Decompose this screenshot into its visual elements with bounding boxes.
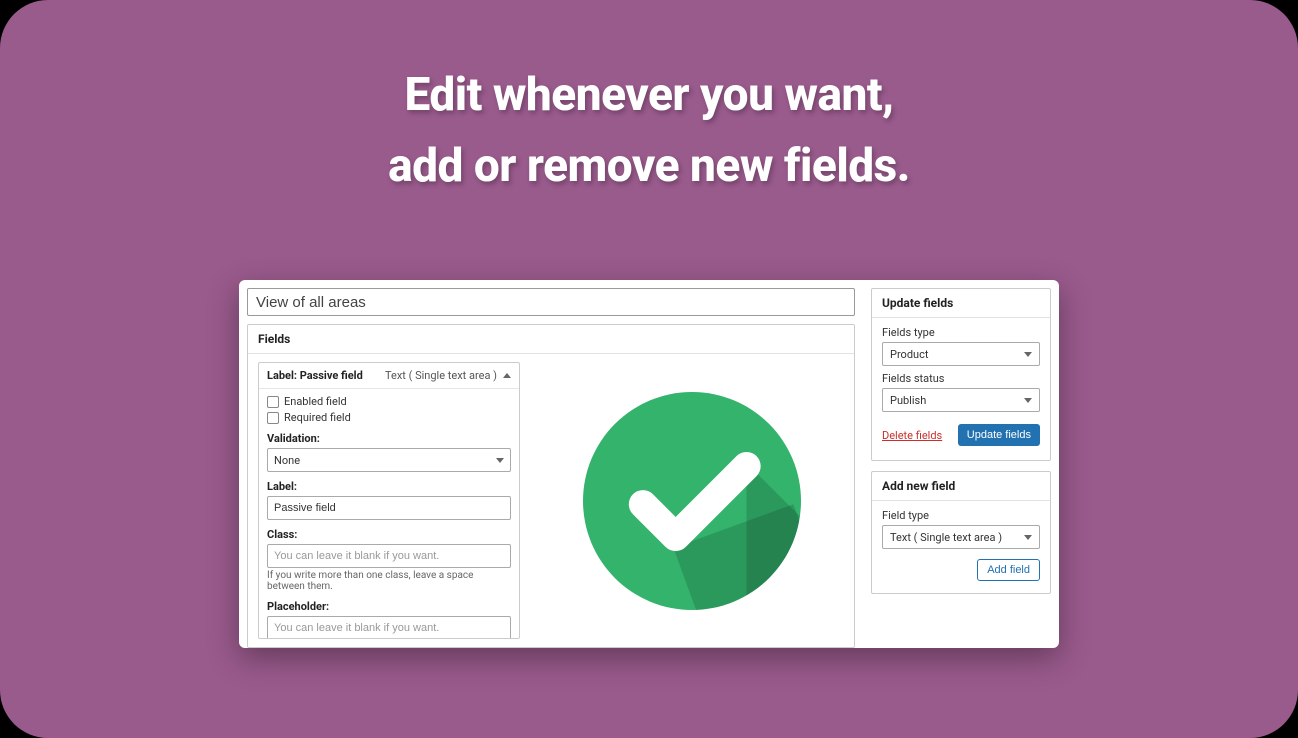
fields-box: Fields Label: Passive field Text ( Singl… [247,324,855,648]
field-card-type: Text ( Single text area ) [385,369,511,382]
area-title-input[interactable] [247,288,855,316]
field-card-label: Label: Passive field [267,369,363,382]
class-input[interactable] [267,544,511,568]
fields-list: Label: Passive field Text ( Single text … [248,354,530,647]
update-fields-title: Update fields [872,289,1050,318]
headline-line-1: Edit whenever you want, [0,60,1298,131]
fields-status-select[interactable]: Publish [882,388,1040,412]
success-graphic-area [530,354,854,647]
validation-label: Validation: [267,432,511,445]
required-field-checkbox[interactable]: Required field [267,411,511,424]
class-hint: If you write more than one class, leave … [267,570,511,592]
checkbox-icon [267,396,279,408]
delete-fields-link[interactable]: Delete fields [882,429,942,442]
enabled-field-checkbox[interactable]: Enabled field [267,395,511,408]
editor-panel: Fields Label: Passive field Text ( Singl… [239,280,1059,648]
left-column: Fields Label: Passive field Text ( Singl… [239,280,863,648]
class-field-label: Class: [267,528,511,541]
field-card-body: Enabled field Required field Validation:… [259,389,519,639]
add-field-title: Add new field [872,472,1050,501]
fields-status-label: Fields status [882,372,1040,385]
field-card-header[interactable]: Label: Passive field Text ( Single text … [259,363,519,389]
checkbox-icon [267,412,279,424]
field-type-select[interactable]: Text ( Single text area ) [882,525,1040,549]
placeholder-input[interactable] [267,616,511,639]
label-field-label: Label: [267,480,511,493]
fields-type-select[interactable]: Product [882,342,1040,366]
chevron-down-icon [496,458,504,463]
label-input[interactable] [267,496,511,520]
chevron-down-icon [1024,535,1032,540]
placeholder-field-label: Placeholder: [267,600,511,613]
add-field-button[interactable]: Add field [977,559,1040,581]
headline: Edit whenever you want, add or remove ne… [0,0,1298,203]
add-field-box: Add new field Field type Text ( Single t… [871,471,1051,594]
chevron-down-icon [1024,352,1032,357]
chevron-down-icon [1024,398,1032,403]
hero-banner: Edit whenever you want, add or remove ne… [0,0,1298,738]
field-card: Label: Passive field Text ( Single text … [258,362,520,639]
field-type-label: Field type [882,509,1040,522]
right-column: Update fields Fields type Product Fields… [863,280,1059,648]
update-fields-button[interactable]: Update fields [958,424,1040,446]
caret-up-icon [503,373,511,378]
checkmark-icon [583,392,801,610]
fields-box-title: Fields [248,325,854,354]
fields-type-label: Fields type [882,326,1040,339]
update-fields-box: Update fields Fields type Product Fields… [871,288,1051,461]
headline-line-2: add or remove new fields. [0,131,1298,202]
validation-select[interactable]: None [267,448,511,472]
